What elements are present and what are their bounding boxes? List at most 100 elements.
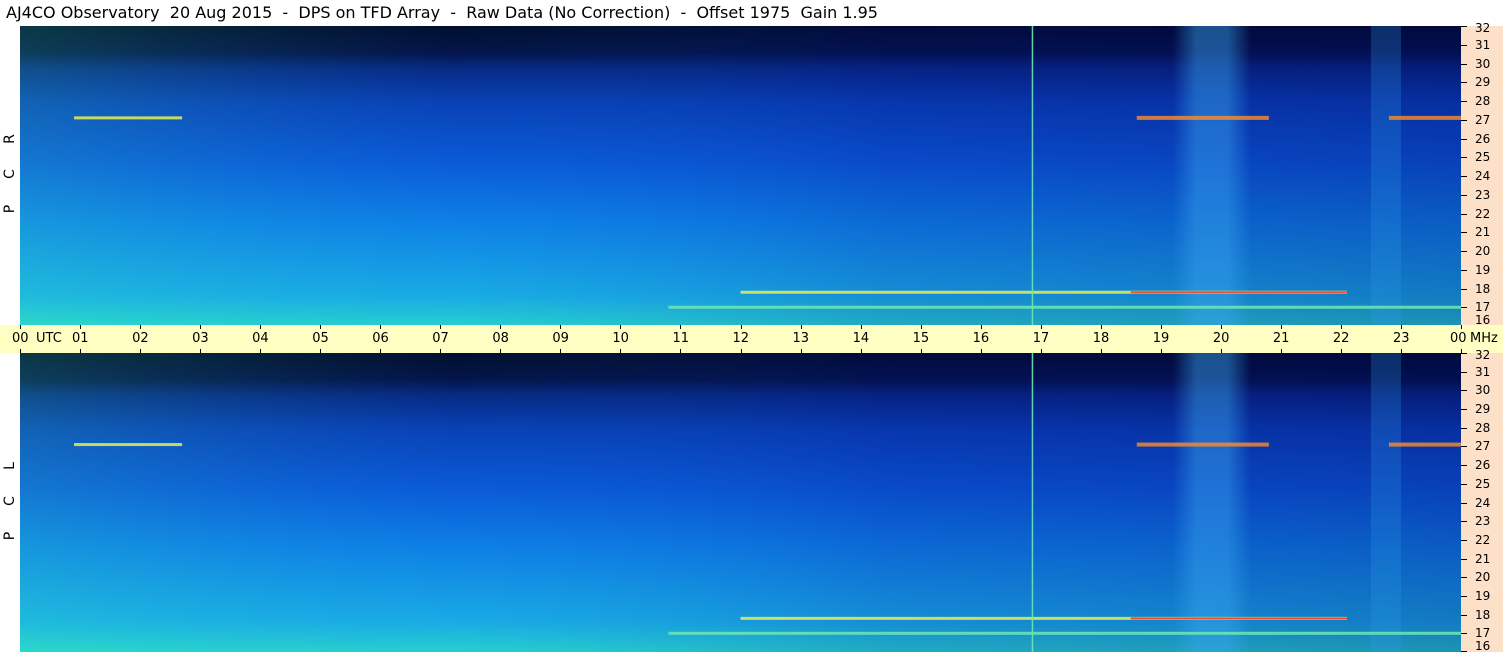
vertical-spike (1031, 26, 1034, 326)
lcp-label: L C P (0, 353, 20, 652)
lcp-letter-p: P (2, 531, 18, 541)
frequency-tick (1461, 521, 1467, 523)
frequency-tick-label: 16 (1475, 639, 1491, 653)
frequency-tick-label: 19 (1475, 262, 1491, 277)
frequency-tick-label: 22 (1475, 532, 1491, 547)
storm-window (1172, 353, 1251, 652)
frequency-tick (1461, 390, 1467, 392)
frequency-tick (1461, 157, 1467, 159)
frequency-tick-label: 20 (1475, 570, 1491, 585)
utc-tick (440, 325, 442, 329)
utc-tick-label: 10 (612, 331, 629, 346)
frequency-tick (1461, 119, 1467, 121)
frequency-tick (1461, 82, 1467, 84)
utc-tick-label: 13 (792, 331, 810, 346)
interference-band (668, 305, 1461, 309)
utc-tick-label: 06 (372, 331, 389, 346)
lcp-spectrogram (20, 353, 1461, 652)
mhz-label: MHz (1470, 331, 1498, 346)
frequency-tick (1461, 288, 1467, 290)
lcp-letter-c: C (2, 496, 18, 506)
utc-tick (980, 325, 982, 329)
frequency-tick-label: 27 (1475, 439, 1491, 454)
frequency-tick (1461, 483, 1467, 485)
utc-tick-label: 05 (312, 331, 329, 346)
chart-title: AJ4CO Observatory 20 Aug 2015 - DPS on T… (6, 3, 878, 22)
utc-tick-label: 23 (1392, 331, 1410, 346)
frequency-tick (1461, 577, 1467, 579)
utc-tick (800, 325, 802, 329)
utc-tick (1160, 325, 1162, 329)
utc-tick-label: 07 (432, 331, 449, 346)
utc-tick-label: 14 (852, 331, 870, 346)
utc-tick-label: 11 (672, 331, 689, 346)
rcp-letter-p: P (2, 204, 18, 214)
frequency-tick-label: 30 (1475, 56, 1491, 71)
utc-tick (380, 325, 382, 329)
utc-tick (260, 325, 262, 329)
utc-tick (80, 325, 82, 329)
utc-tick (200, 325, 202, 329)
frequency-tick (1461, 213, 1467, 215)
frequency-tick-label: 26 (1475, 458, 1491, 473)
interference-band (1136, 115, 1269, 120)
frequency-tick (1461, 446, 1467, 448)
interference-band (668, 631, 1461, 635)
frequency-tick (1461, 502, 1467, 504)
frequency-tick (1461, 371, 1467, 373)
utc-tick (1220, 325, 1222, 329)
utc-tick-label: 02 (132, 331, 149, 346)
utc-tick-label: 21 (1272, 331, 1290, 346)
frequency-tick (1461, 101, 1467, 102)
rcp-spectrogram-svg (20, 26, 1461, 326)
frequency-tick-label: 21 (1475, 225, 1491, 240)
vertical-spike (1031, 353, 1034, 652)
interference-band (1130, 291, 1347, 294)
frequency-tick (1461, 409, 1467, 411)
utc-tick-label: 18 (1092, 331, 1110, 346)
interference-band (74, 116, 183, 120)
storm-window (1172, 26, 1251, 326)
utc-tick (140, 325, 142, 329)
frequency-tick-label: 30 (1475, 383, 1491, 398)
utc-tick (1040, 325, 1042, 329)
frequency-tick-label: 28 (1475, 420, 1491, 435)
utc-tick-label: 17 (1032, 331, 1050, 346)
rcp-letter-r: R (2, 134, 18, 144)
utc-tick (620, 325, 622, 329)
frequency-tick (1461, 176, 1467, 177)
frequency-tick (1461, 138, 1467, 140)
utc-tick-label: 16 (972, 331, 990, 346)
utc-tick (740, 325, 742, 329)
utc-tick (20, 325, 21, 329)
frequency-tick-label: 29 (1475, 75, 1491, 90)
utc-tick-label: 04 (252, 331, 269, 346)
interference-band (1136, 442, 1269, 447)
utc-tick-label: 19 (1152, 331, 1170, 346)
frequency-tick-label: 17 (1475, 300, 1491, 315)
utc-tick-label: 00 (12, 331, 29, 346)
frequency-tick-label: 32 (1475, 21, 1491, 35)
frequency-tick (1461, 595, 1467, 597)
rcp-spectrogram (20, 26, 1461, 326)
frequency-tick (1461, 194, 1467, 196)
utc-tick (1280, 325, 1282, 329)
lcp-letter-l: L (2, 462, 18, 470)
utc-tick (860, 325, 862, 329)
frequency-tick-label: 21 (1475, 551, 1491, 566)
frequency-tick-label: 28 (1475, 94, 1491, 108)
frequency-tick-label: 22 (1475, 206, 1491, 221)
frequency-tick-label: 18 (1475, 607, 1491, 622)
frequency-tick (1461, 26, 1467, 27)
frequency-tick (1461, 558, 1467, 560)
frequency-tick-label: 20 (1475, 244, 1491, 258)
lcp-frequency-axis: 16 17 18 19 20 21 22 23 24 25 26 27 28 29 30 31 32 (1461, 349, 1503, 653)
utc-tick-label: 08 (492, 331, 509, 346)
frequency-tick (1461, 539, 1467, 541)
frequency-tick (1461, 63, 1467, 65)
frequency-tick (1461, 353, 1467, 354)
frequency-tick-label: 19 (1475, 588, 1491, 603)
frequency-tick-label: 23 (1475, 187, 1491, 202)
frequency-tick-label: 26 (1475, 131, 1491, 146)
utc-label: UTC (36, 331, 62, 346)
